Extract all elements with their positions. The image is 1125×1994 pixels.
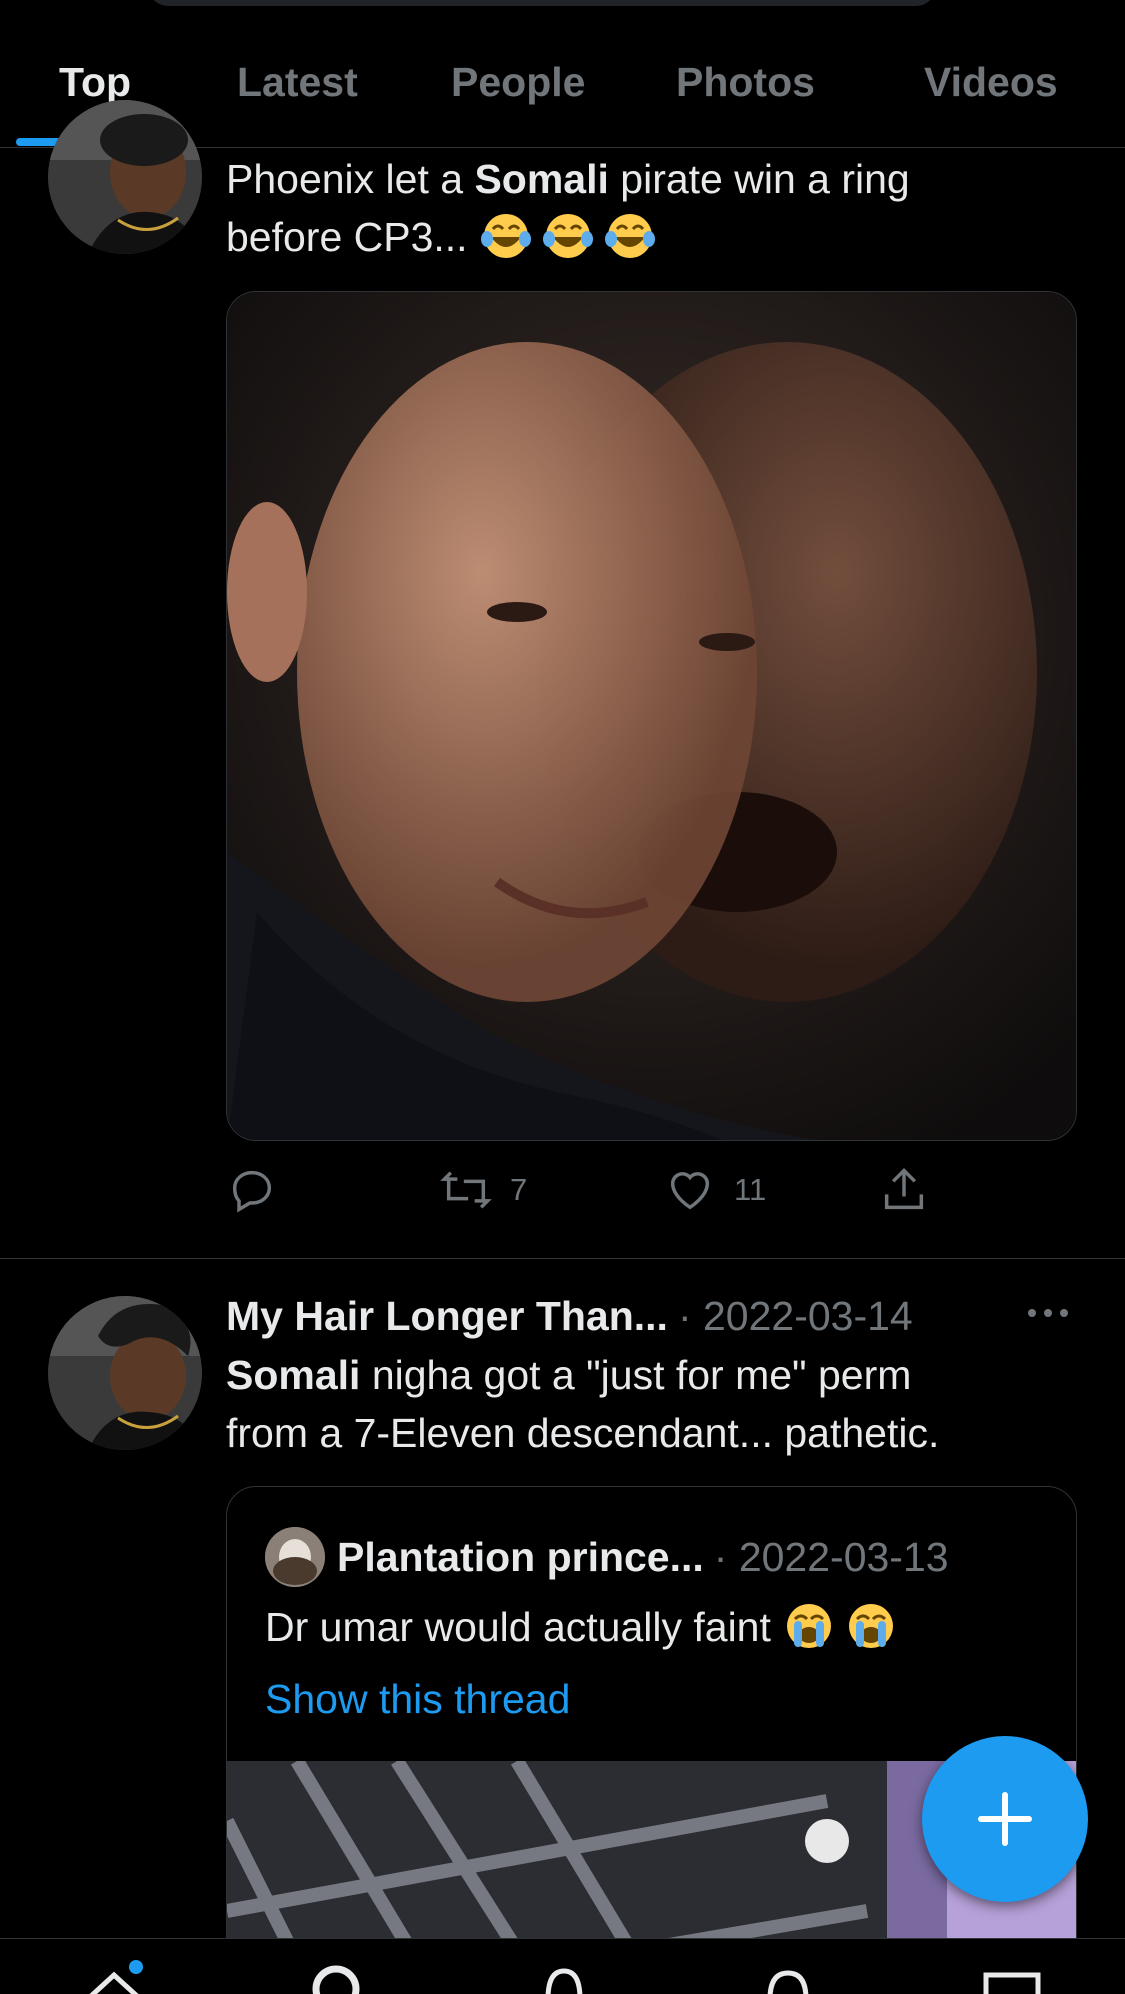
home-icon[interactable] (84, 1959, 144, 1994)
tweet-header: My Hair Longer Than... · 2022-03-14 (226, 1288, 913, 1344)
tweet-date[interactable]: · 2022-03-14 (678, 1293, 913, 1340)
like-count: 11 (734, 1172, 767, 1207)
tweet-media-image[interactable] (226, 291, 1077, 1141)
crying-emoji-icon (849, 1604, 894, 1648)
tab-top[interactable]: Top (59, 58, 131, 106)
tweet-text-pre: Phoenix let a (226, 156, 475, 202)
tweet-text-line2: before CP3... (226, 214, 479, 260)
bottom-navigation (0, 1938, 1125, 1994)
spaces-icon[interactable] (534, 1959, 594, 1994)
quoted-tweet-date: · 2022-03-13 (713, 1533, 949, 1580)
tweet-text-line2: from a 7-Eleven descendant... pathetic. (226, 1410, 940, 1456)
quoted-tweet-header: Plantation prince... · 2022-03-13 (337, 1527, 949, 1587)
messages-icon[interactable] (982, 1959, 1042, 1994)
crying-emoji-icon (787, 1604, 832, 1648)
laughing-emoji-icon (542, 214, 593, 258)
share-button[interactable] (878, 1160, 930, 1220)
quoted-tweet[interactable]: Plantation prince... · 2022-03-13 Dr uma… (226, 1486, 1077, 1994)
quoted-tweet-text: Dr umar would actually faint (265, 1599, 906, 1655)
tweet-text: Somali nigha got a "just for me" perm fr… (226, 1346, 939, 1462)
tweet-text-highlight: Somali (474, 156, 609, 202)
tweet-text-highlight: Somali (226, 1352, 361, 1398)
reply-icon (232, 1170, 272, 1213)
retweet-icon (440, 1171, 492, 1209)
like-button[interactable]: 11 (664, 1160, 766, 1220)
notifications-icon[interactable] (758, 1959, 818, 1994)
retweet-button[interactable]: 7 (440, 1160, 527, 1220)
quoted-tweet-text-body: Dr umar would actually faint (265, 1604, 783, 1650)
avatar[interactable] (48, 100, 202, 254)
tweet-text-post: pirate win a ring (608, 156, 910, 202)
tweet-actions: 7 11 (226, 1160, 986, 1220)
tab-people[interactable]: People (451, 58, 585, 106)
compose-tweet-button[interactable] (922, 1736, 1088, 1902)
reply-button[interactable] (226, 1160, 278, 1220)
plus-icon (978, 1792, 1032, 1846)
search-icon[interactable] (306, 1959, 366, 1994)
more-options-icon[interactable] (1026, 1303, 1070, 1323)
heart-icon (670, 1172, 710, 1210)
tab-latest[interactable]: Latest (237, 58, 358, 106)
laughing-emoji-icon (604, 214, 655, 258)
quoted-display-name[interactable]: Plantation prince... (337, 1534, 704, 1581)
tweet-text-rest: nigha got a "just for me" perm (360, 1352, 912, 1398)
tab-videos[interactable]: Videos (924, 58, 1058, 106)
retweet-count: 7 (510, 1172, 528, 1207)
display-name[interactable]: My Hair Longer Than... (226, 1293, 668, 1340)
show-thread-link[interactable]: Show this thread (265, 1671, 570, 1727)
share-icon (884, 1168, 924, 1210)
avatar[interactable] (265, 1527, 325, 1587)
avatar[interactable] (48, 1296, 202, 1450)
laughing-emoji-icon (480, 214, 531, 258)
tweet-divider (0, 1258, 1125, 1259)
tweet-text: Phoenix let a Somali pirate win a ring b… (226, 150, 910, 266)
tab-photos[interactable]: Photos (676, 58, 815, 106)
